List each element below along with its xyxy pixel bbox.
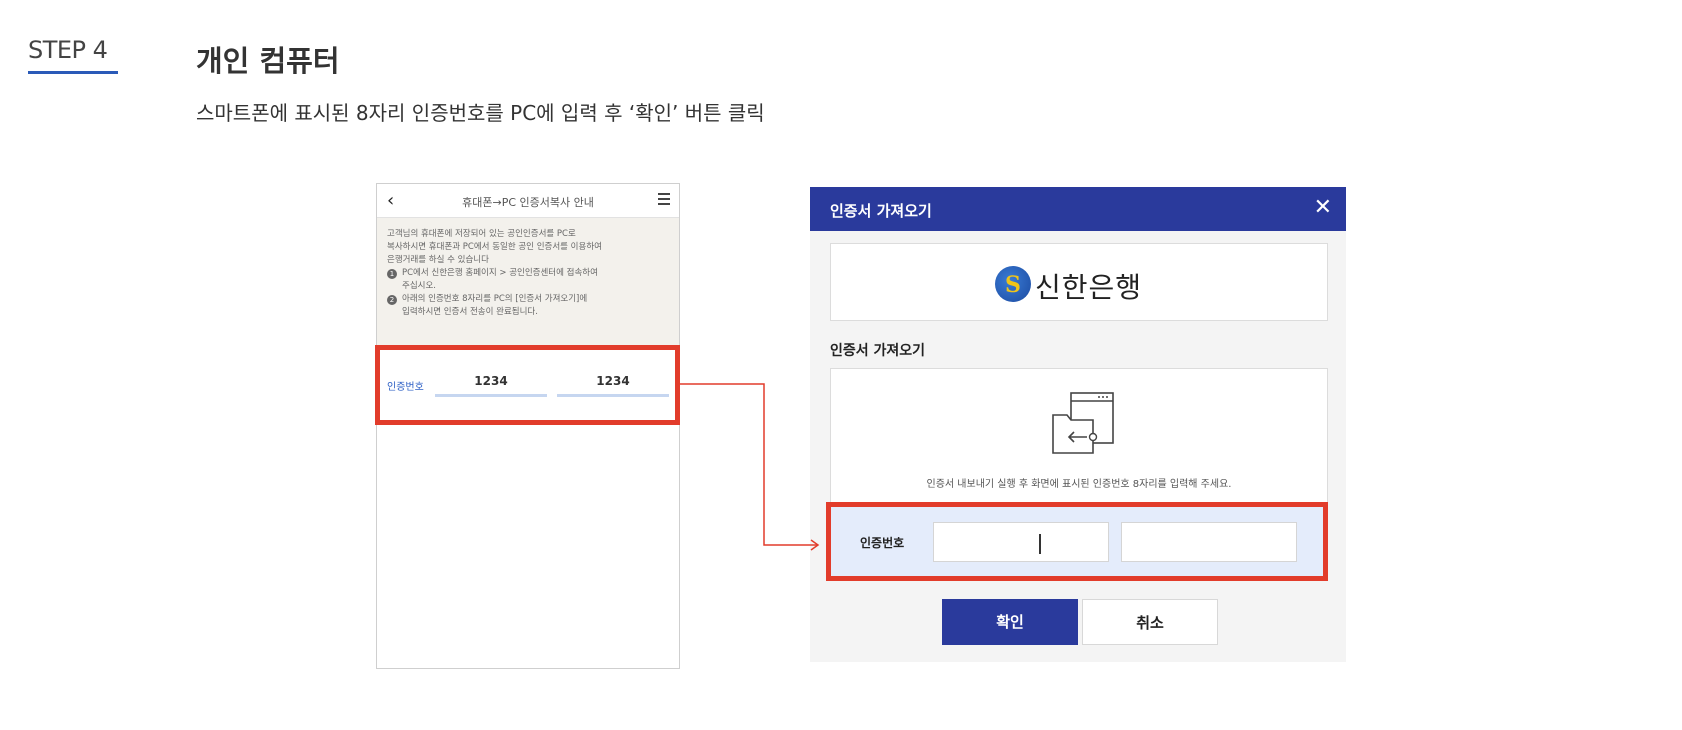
certificate-import-dialog: 인증서 가져오기 ✕ 신한은행 인증서 가져오기 인증서 내보내기 실행 후 화…: [810, 187, 1346, 662]
confirm-button[interactable]: 확인: [942, 599, 1078, 645]
close-icon[interactable]: ✕: [1314, 195, 1332, 220]
phone-step-1: 1 PC에서 신한은행 홈페이지 > 공인인증센터에 접속하여 주십시오.: [387, 267, 669, 293]
step-description: 스마트폰에 표시된 8자리 인증번호를 PC에 입력 후 ‘확인’ 버튼 클릭: [196, 101, 765, 125]
import-instruction: 인증서 내보내기 실행 후 화면에 표시된 인증번호 8자리를 입력해 주세요.: [926, 479, 1232, 490]
phone-intro-line: 복사하시면 휴대폰과 PC에서 동일한 공인 인증서를 이용하여: [387, 242, 602, 252]
step-number-badge: 1: [387, 269, 397, 279]
phone-title: 휴대폰→PC 인증서복사 안내: [462, 196, 594, 209]
phone-screen: ‹ 휴대폰→PC 인증서복사 안내 고객님의 휴대폰에 저장되어 있는 공인인증…: [376, 183, 680, 669]
certificate-folder-icon: [1052, 392, 1114, 454]
page-title: 개인 컴퓨터: [196, 44, 340, 78]
step-label: STEP 4: [28, 36, 108, 64]
phone-step-text: PC에서 신한은행 홈페이지 > 공인인증센터에 접속하여: [402, 268, 598, 278]
section-label: 인증서 가져오기: [830, 343, 926, 359]
phone-code-highlight: [375, 345, 680, 425]
phone-info-panel: 고객님의 휴대폰에 저장되어 있는 공인인증서를 PC로 복사하시면 휴대폰과 …: [377, 218, 679, 348]
phone-header: ‹ 휴대폰→PC 인증서복사 안내: [377, 184, 679, 218]
dialog-input-highlight: [826, 502, 1328, 581]
hamburger-menu-icon[interactable]: [658, 193, 670, 205]
phone-step-2: 2 아래의 인증번호 8자리를 PC의 [인증서 가져오기]에 입력하시면 인증…: [387, 293, 669, 319]
import-panel: 인증서 내보내기 실행 후 화면에 표시된 인증번호 8자리를 입력해 주세요.: [830, 368, 1328, 507]
phone-step-text: 아래의 인증번호 8자리를 PC의 [인증서 가져오기]에: [402, 294, 588, 304]
step-underline: [28, 71, 118, 74]
shinhan-logo-icon: [995, 266, 1031, 302]
step-number-badge: 2: [387, 295, 397, 305]
dialog-header: 인증서 가져오기 ✕: [810, 187, 1346, 231]
phone-step-text: 주십시오.: [402, 281, 436, 291]
bank-name: 신한은행: [1035, 271, 1143, 304]
phone-intro-line: 고객님의 휴대폰에 저장되어 있는 공인인증서를 PC로: [387, 229, 576, 239]
cancel-button[interactable]: 취소: [1082, 599, 1218, 645]
phone-step-text: 입력하시면 인증서 전송이 완료됩니다.: [402, 307, 538, 317]
dialog-title: 인증서 가져오기: [830, 202, 932, 220]
bank-logo-panel: 신한은행: [830, 243, 1328, 321]
phone-intro-line: 은행거래를 하실 수 있습니다: [387, 255, 489, 265]
